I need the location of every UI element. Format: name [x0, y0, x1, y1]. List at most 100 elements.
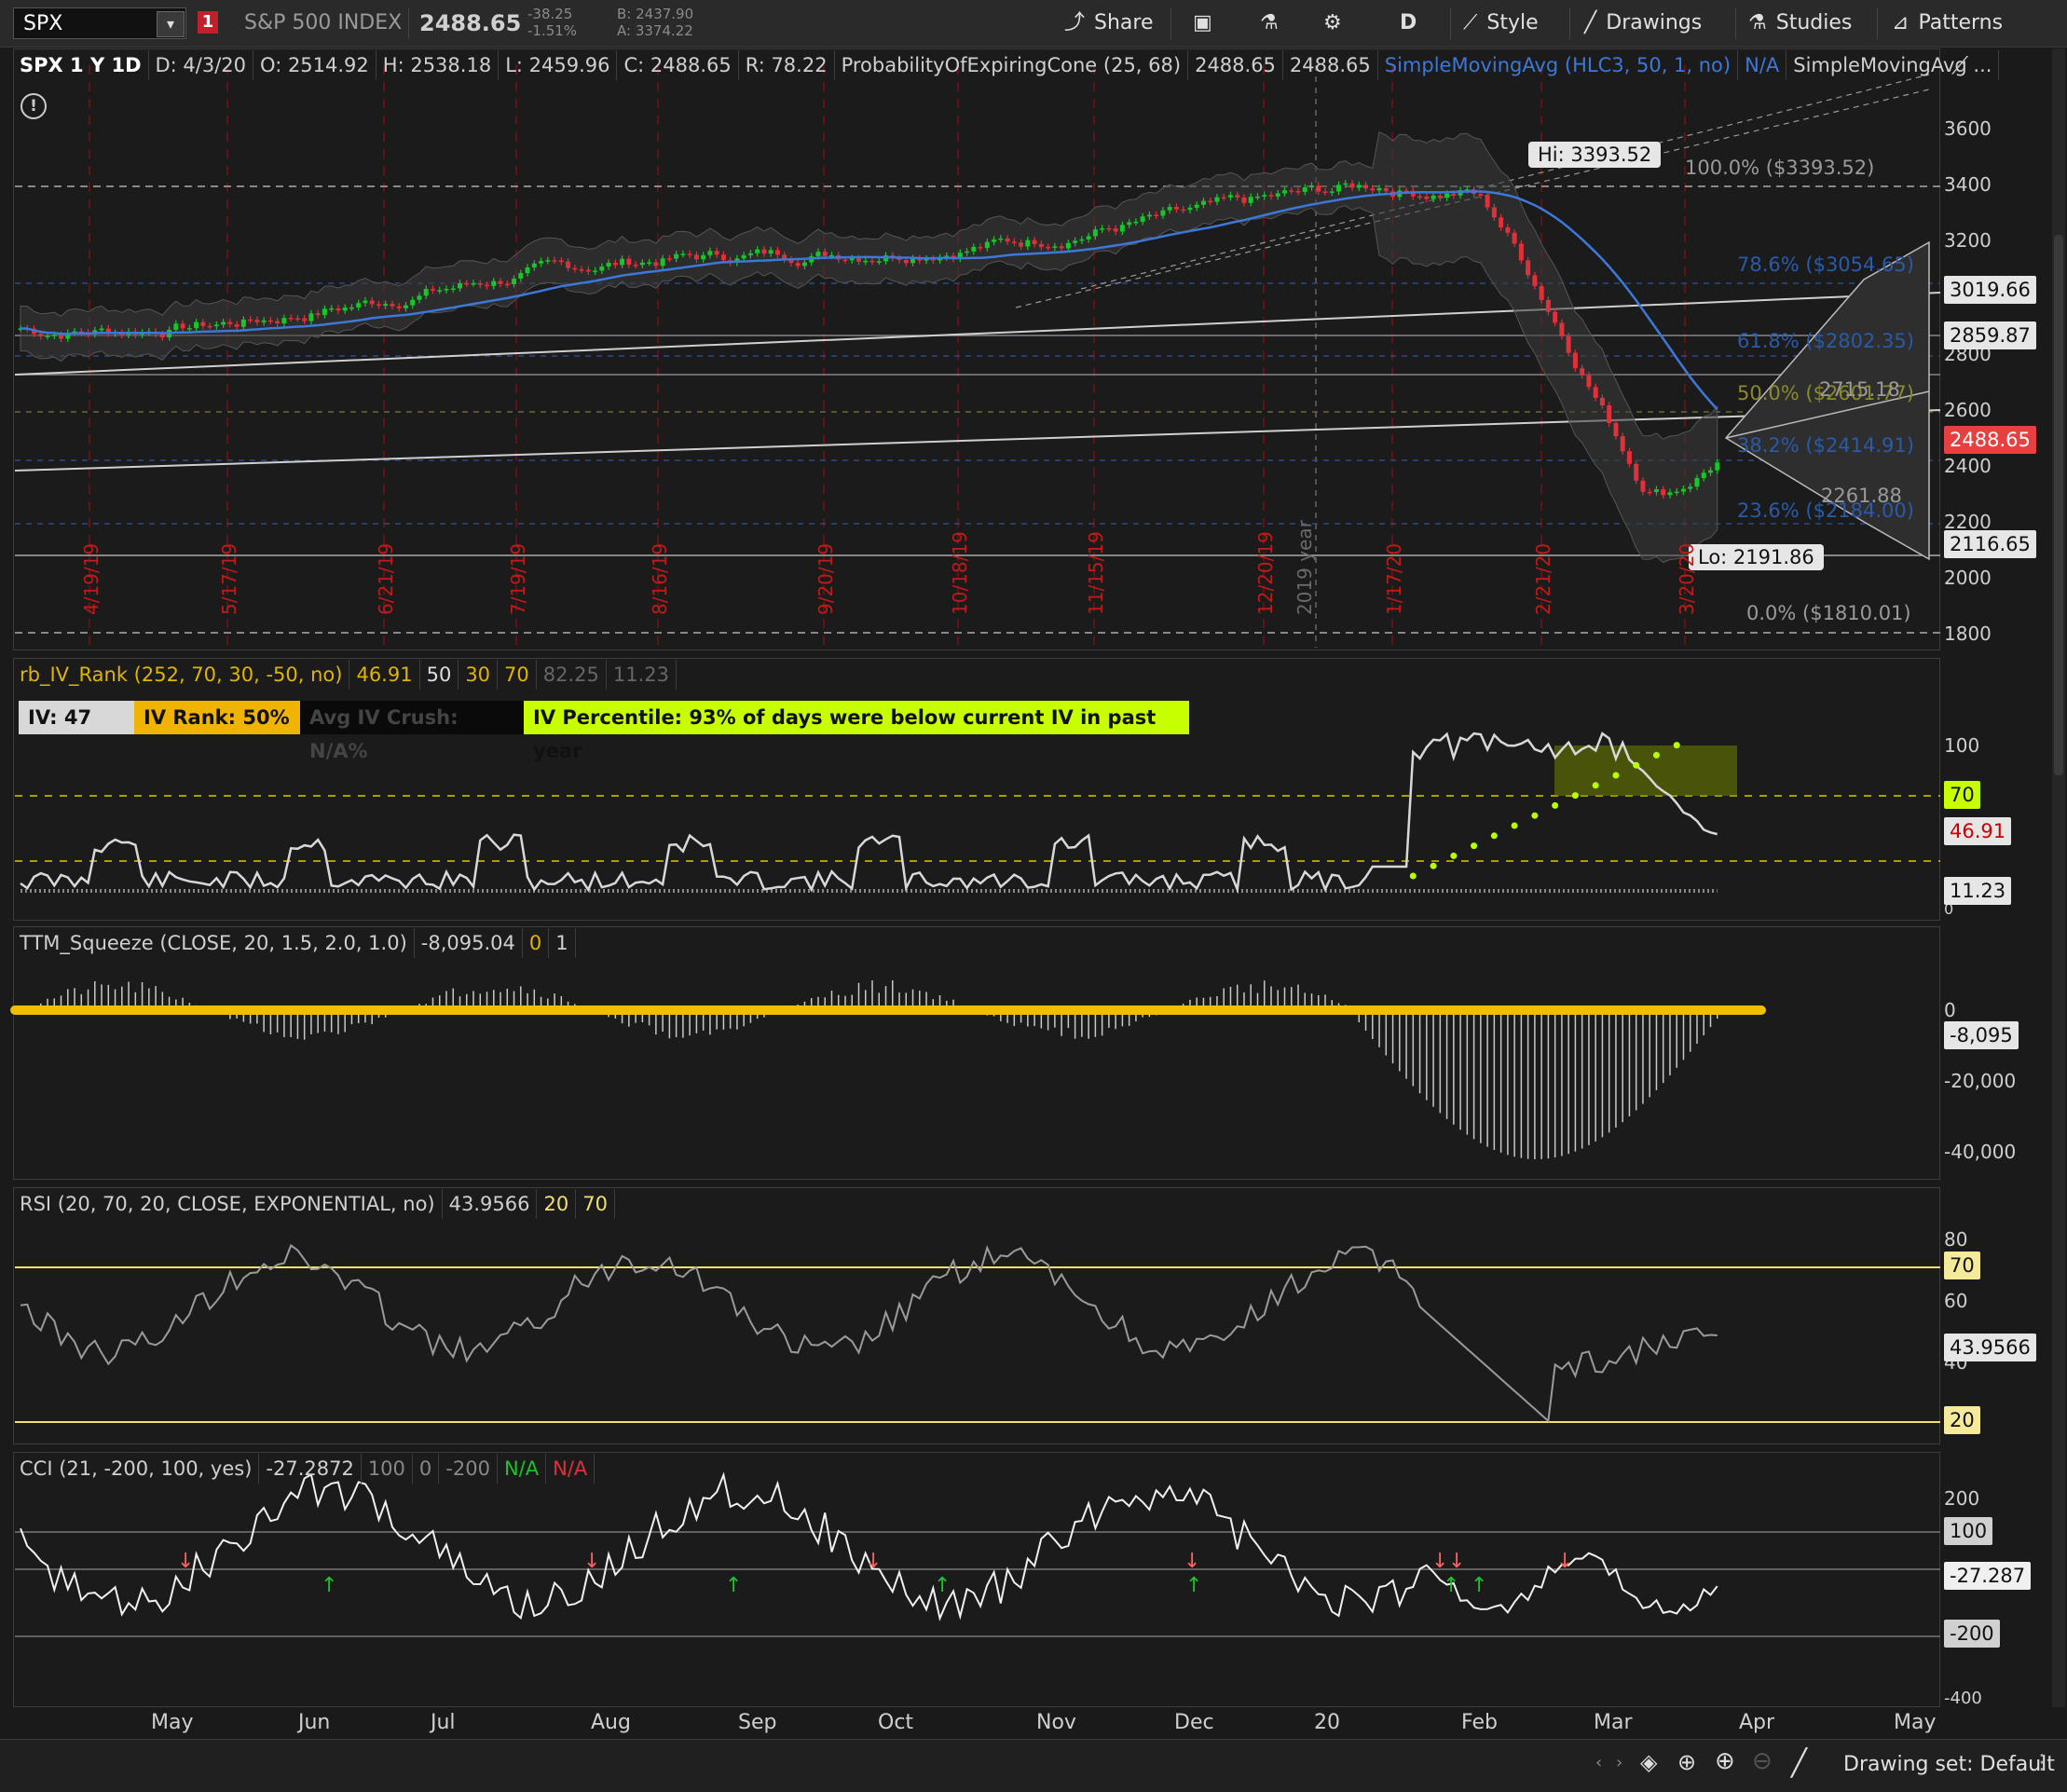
candle-body [99, 328, 104, 331]
candle-body [1187, 207, 1193, 211]
candle-body [1235, 195, 1240, 198]
info-icon[interactable]: ! [21, 93, 47, 119]
candle-body [275, 321, 281, 324]
candle-body [1715, 462, 1720, 471]
study-iv-rank[interactable]: rb_IV_Rank (252, 70, 30, -50, no) [13, 660, 350, 690]
study-cci[interactable]: CCI (21, -200, 100, yes) [13, 1454, 260, 1484]
squeeze-scale-40000: -40,000 [1944, 1141, 2017, 1163]
candle-body [498, 280, 503, 284]
time-axis-label: Sep [738, 1711, 777, 1734]
candle-body [1526, 260, 1531, 276]
candle-body [1593, 387, 1598, 398]
date-marker-label: 10/18/19 [949, 531, 971, 615]
candle-body [1214, 197, 1220, 202]
candle-body [1566, 335, 1571, 353]
candle-body [1572, 352, 1578, 369]
candle-body [1194, 204, 1199, 208]
candle-body [998, 238, 1004, 240]
study-rsi[interactable]: RSI (20, 70, 20, CLOSE, EXPONENTIAL, no) [13, 1189, 443, 1219]
time-axis-label: Dec [1174, 1711, 1214, 1734]
candle-body [1173, 207, 1179, 210]
cci-sell-arrow: ↓ [1184, 1550, 1200, 1573]
drawing-set-label[interactable]: Drawing set: Default [1843, 1753, 2055, 1776]
study-sma-50[interactable]: SimpleMovingAvg (HLC3, 50, 1, no) [1378, 50, 1739, 80]
candle-body [396, 306, 402, 308]
time-axis-label: Aug [591, 1711, 631, 1734]
candle-body [1322, 191, 1328, 194]
iv-scale-100: 100 [1944, 734, 1980, 757]
rsi-param-20: 20 [537, 1189, 577, 1219]
squeeze-scale-0: 0 [1944, 999, 1956, 1021]
date-marker-label: 8/16/19 [649, 542, 671, 615]
candle-body [322, 308, 327, 316]
candle-body [159, 334, 165, 338]
candle-body [1316, 185, 1321, 192]
candle-body [1667, 492, 1673, 496]
candle-body [1227, 195, 1233, 198]
squeeze-param-1: 1 [549, 928, 576, 958]
cci-buy-arrow: ↑ [321, 1574, 337, 1597]
scroll-right-icon[interactable]: › [1616, 1753, 1622, 1772]
candle-body [965, 251, 970, 253]
candle-body [1127, 222, 1132, 226]
candle-body [1613, 423, 1619, 437]
iv-header: rb_IV_Rank (252, 70, 30, -50, no) 46.91 50… [13, 660, 678, 690]
candle-body [417, 295, 422, 300]
candle-body [1295, 190, 1301, 193]
iv-percentile-dot [1430, 862, 1437, 869]
candle-body [680, 253, 686, 255]
candle-body [1634, 463, 1639, 481]
candle-body [1707, 470, 1713, 473]
candle-body [531, 263, 537, 268]
candle-body [430, 288, 435, 291]
candle-body [335, 308, 341, 311]
candle-body [815, 252, 821, 257]
date-marker-label: 5/17/19 [218, 542, 240, 615]
candle-body [383, 304, 389, 307]
iv-percentile-dot [1612, 772, 1620, 779]
candle-body [1329, 191, 1335, 193]
candle-body [1661, 489, 1666, 496]
candle-body [1046, 246, 1051, 249]
price-tag-2116: 2116.65 [1944, 530, 2036, 558]
candle-body [761, 249, 767, 254]
zoom-in-icon[interactable]: ⊕ [1715, 1747, 1735, 1775]
time-axis-label: Nov [1036, 1711, 1076, 1734]
candle-body [822, 252, 828, 256]
iv-percentile-dot [1450, 852, 1458, 859]
fib-38-label: 38.2% ($2414.91) [1737, 434, 1914, 457]
study-prob-cone[interactable]: ProbabilityOfExpiringCone (25, 68) [835, 50, 1189, 80]
candle-body [971, 247, 977, 252]
iv-tag-70: 70 [1944, 781, 1980, 809]
crosshair-icon[interactable]: ⊕ [1677, 1749, 1696, 1775]
scroll-left-icon[interactable]: ‹ [1595, 1753, 1602, 1772]
candle-body [1181, 209, 1186, 212]
drawing-tool-icon[interactable]: ╱ [1791, 1747, 1807, 1778]
candle-body [1701, 472, 1706, 478]
candle-body [828, 254, 834, 257]
candle-body [1518, 243, 1524, 261]
pan-icon[interactable]: ◈ [1640, 1749, 1657, 1775]
footer-settings-icon[interactable]: ⋮ [2032, 1751, 2052, 1774]
zoom-out-icon[interactable]: ⊖ [1752, 1747, 1773, 1775]
candle-body [342, 308, 348, 311]
candle-body [869, 260, 875, 263]
candle-body [741, 254, 746, 259]
candle-body [423, 288, 429, 296]
iv-percentile-badge: IV Percentile: 93% of days were below cu… [524, 701, 1189, 762]
time-axis-label: 20 [1314, 1711, 1340, 1734]
time-axis-label: Mar [1594, 1711, 1633, 1734]
high-label: Hi: 3393.52 [1528, 142, 1662, 168]
cci-buy-arrow: ↑ [1185, 1574, 1202, 1597]
candle-body [801, 262, 807, 267]
date-marker-label: 3/20/20 [1676, 542, 1698, 615]
candle-body [552, 260, 557, 262]
chart-title: SPX 1 Y 1D [13, 50, 149, 80]
fib-61-label: 61.8% ($2802.35) [1737, 330, 1914, 352]
study-ttm-squeeze[interactable]: TTM_Squeeze (CLOSE, 20, 1.5, 2.0, 1.0) [13, 928, 415, 958]
time-axis-label: Oct [878, 1711, 914, 1734]
price-scale-label: 2600 [1944, 399, 1992, 421]
chart-expand-icon[interactable]: ⟋ [1951, 52, 1968, 81]
iv-high-zone [1554, 746, 1737, 796]
iv-percentile-dot [1592, 782, 1599, 789]
